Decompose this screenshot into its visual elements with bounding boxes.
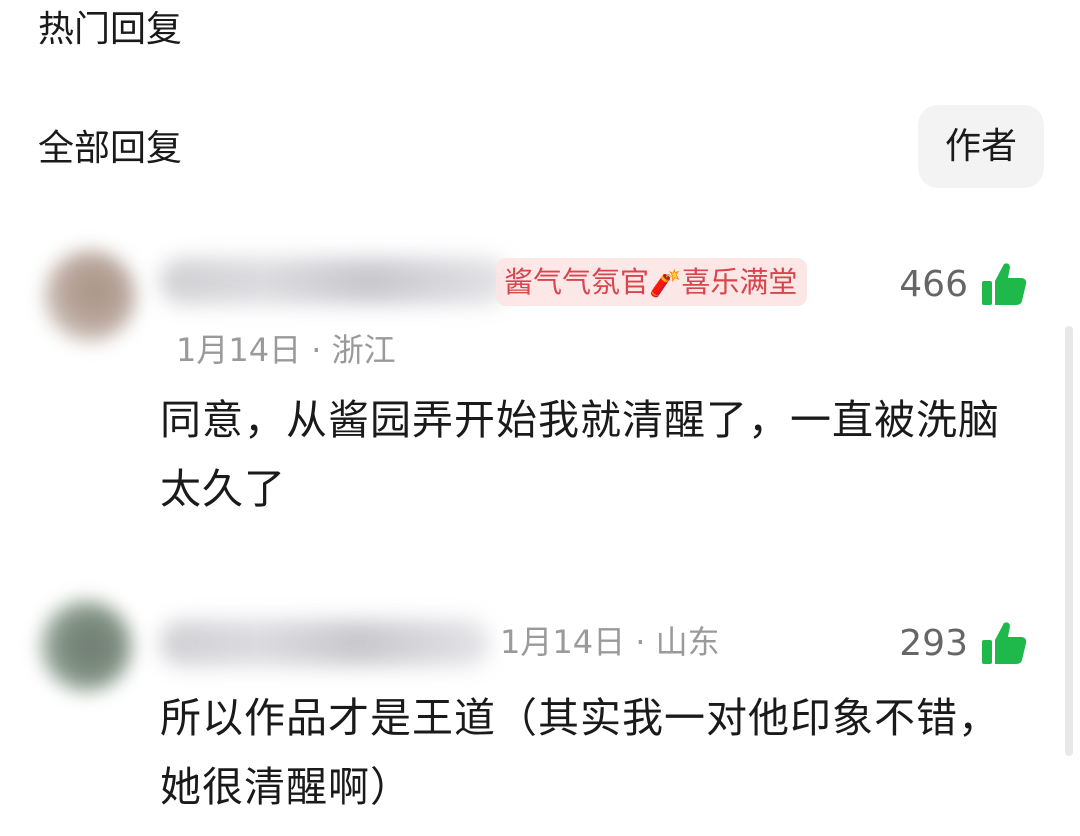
like-count: 466 [899,263,968,305]
username-blurred[interactable] [160,258,510,304]
thumbs-up-icon [982,622,1027,664]
scrollbar[interactable] [1065,326,1073,756]
comment-meta: 1月14日 · 浙江 [176,331,396,369]
author-filter-button[interactable]: 作者 [918,105,1044,188]
all-replies-title: 全部回复 [38,128,183,169]
avatar[interactable] [40,600,132,692]
hot-replies-title: 热门回复 [38,9,183,50]
thumbs-up-icon [982,263,1027,305]
firecracker-icon: 🧨 [649,269,682,299]
comment-text[interactable]: 同意，从酱园弄开始我就清醒了，一直被洗脑太久了 [160,386,1040,524]
comments-page: 热门回复 全部回复 作者 酱气气氛官🧨喜乐满堂 466 1月14日 · 浙江 同… [0,0,1080,836]
like-button[interactable]: 466 [899,259,1028,309]
like-count: 293 [899,622,968,664]
badge-prefix: 酱气气氛官 [504,265,650,299]
like-button[interactable]: 293 [899,618,1028,668]
username-blurred[interactable] [160,620,490,666]
fan-badge[interactable]: 酱气气氛官🧨喜乐满堂 [496,258,808,306]
comment-text[interactable]: 所以作品才是王道（其实我一对他印象不错，她很清醒啊） [160,684,1040,822]
badge-suffix: 喜乐满堂 [681,265,798,299]
comment-meta: 1月14日 · 山东 [500,623,720,661]
avatar[interactable] [44,250,136,342]
